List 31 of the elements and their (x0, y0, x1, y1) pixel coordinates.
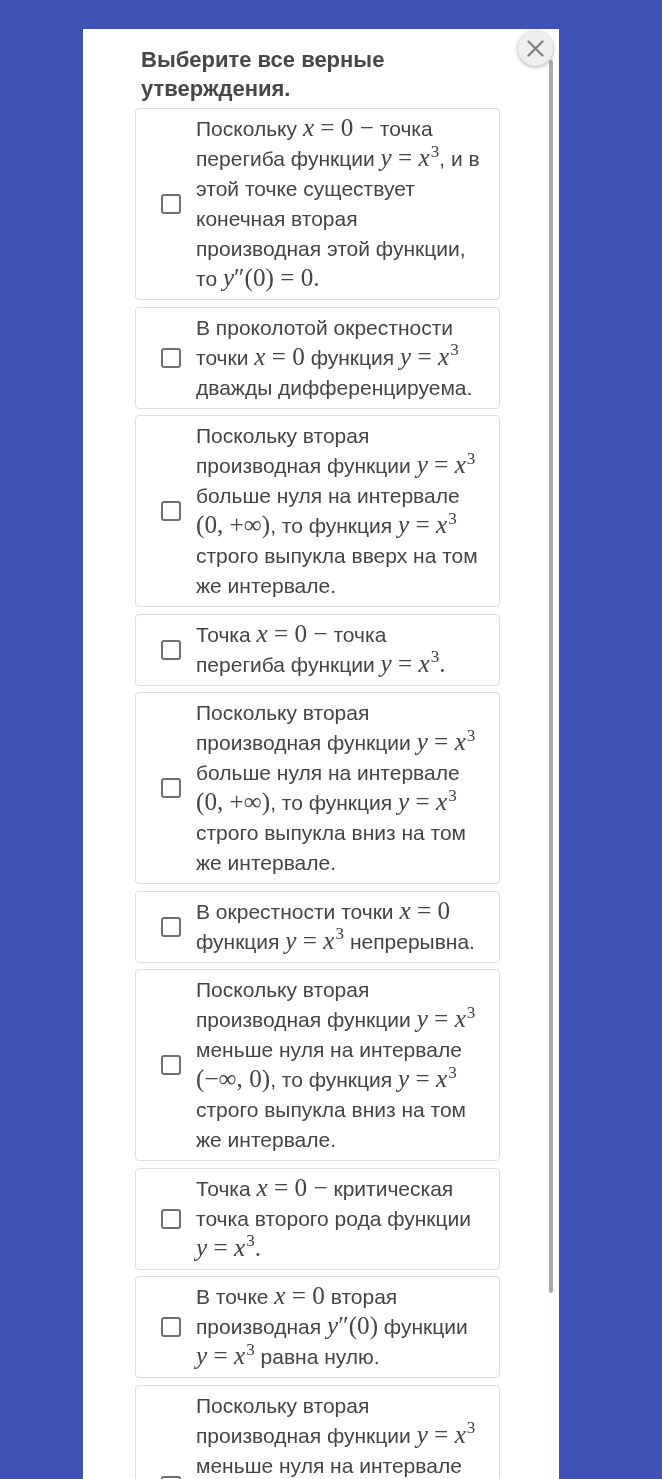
statement-text: В точке x = 0 вторая производная y″(0) функции y = x$^{3}$ равна нулю. (196, 1282, 468, 1371)
statement-text: В окрестности точки x = 0 функция y = x$^{3}$ непрерывна. (196, 896, 475, 956)
statement-text: Поскольку вторая производная функции y = x$^{3}$ больше нуля на интервале (0, +∞), то функция y = x$^{3}$ строго выпукла вниз на том же интервале. (196, 700, 476, 876)
checkbox[interactable] (161, 347, 181, 368)
statement-text: Точка x = 0 − точка перегиба функции y = x$^{3}$. (196, 619, 446, 679)
statement-text: Точка x = 0 − критическая точка второго рода функции y = x$^{3}$. (196, 1173, 471, 1263)
answer-option[interactable]: Поскольку вторая производная функции y = x$^{3}$ меньше нуля на интервале (−∞, 0), то функция y = x$^{3}$ строго выпукла вниз на том же интервале. (135, 969, 500, 1161)
checkbox[interactable] (161, 778, 181, 798)
answer-option[interactable]: Поскольку вторая производная функции y = x$^{3}$ меньше нуля на интервале (135, 1384, 500, 1479)
checkbox[interactable] (161, 639, 181, 660)
checkbox[interactable] (161, 1208, 181, 1229)
answer-option[interactable]: Точка x = 0 − точка перегиба функции y = x$^{3}$. (135, 613, 500, 686)
statement-text: Поскольку вторая производная функции y = x$^{3}$ меньше нуля на интервале (196, 1392, 476, 1479)
checkbox[interactable] (161, 1317, 181, 1337)
close-icon (527, 40, 544, 57)
answer-option[interactable]: Поскольку вторая производная функции y = x$^{3}$ больше нуля на интервале (0, +∞), то функция y = x$^{3}$ строго выпукла вверх на том же интервале. (135, 415, 500, 607)
answer-option[interactable]: В окрестности точки x = 0 функция y = x$^{3}$ непрерывна. (135, 890, 500, 963)
answer-option[interactable]: В точке x = 0 вторая производная y″(0) функции y = x$^{3}$ равна нулю. (135, 1276, 500, 1378)
answer-option[interactable]: Поскольку вторая производная функции y = x$^{3}$ больше нуля на интервале (0, +∞), то функция y = x$^{3}$ строго выпукла вниз на том же интервале. (135, 692, 500, 884)
answer-option[interactable]: В проколотой окрестности точки x = 0 функция y = x$^{3}$ дважды дифференцируема. (135, 306, 500, 409)
statement-text: В проколотой окрестности точки x = 0 функция y = x$^{3}$ дважды дифференцируема. (196, 314, 473, 401)
statement-text: Поскольку x = 0 − точка перегиба функции y = x$^{3}$, и в этой точке существует конечная вторая производная этой функции, то y″(0) = 0. (196, 114, 480, 294)
statement-text: Поскольку вторая производная функции y = x$^{3}$ меньше нуля на интервале (−∞, 0), то функция y = x$^{3}$ строго выпукла вниз на том же интервале. (196, 977, 476, 1153)
checkbox[interactable] (161, 916, 181, 937)
question-title: Выберите все верные утверждения. (141, 46, 386, 103)
answer-option[interactable]: Точка x = 0 − критическая точка второго рода функции y = x$^{3}$. (135, 1167, 500, 1270)
checkbox[interactable] (161, 501, 181, 521)
checkbox[interactable] (161, 1055, 181, 1075)
statement-text: Поскольку вторая производная функции y = x$^{3}$ больше нуля на интервале (0, +∞), то функция y = x$^{3}$ строго выпукла вверх на том же интервале. (196, 423, 478, 599)
checkbox[interactable] (161, 194, 181, 214)
answer-option[interactable]: Поскольку x = 0 − точка перегиба функции y = x$^{3}$, и в этой точке существует конечная вторая производная этой функции, то y″(0) = 0. (135, 108, 500, 300)
